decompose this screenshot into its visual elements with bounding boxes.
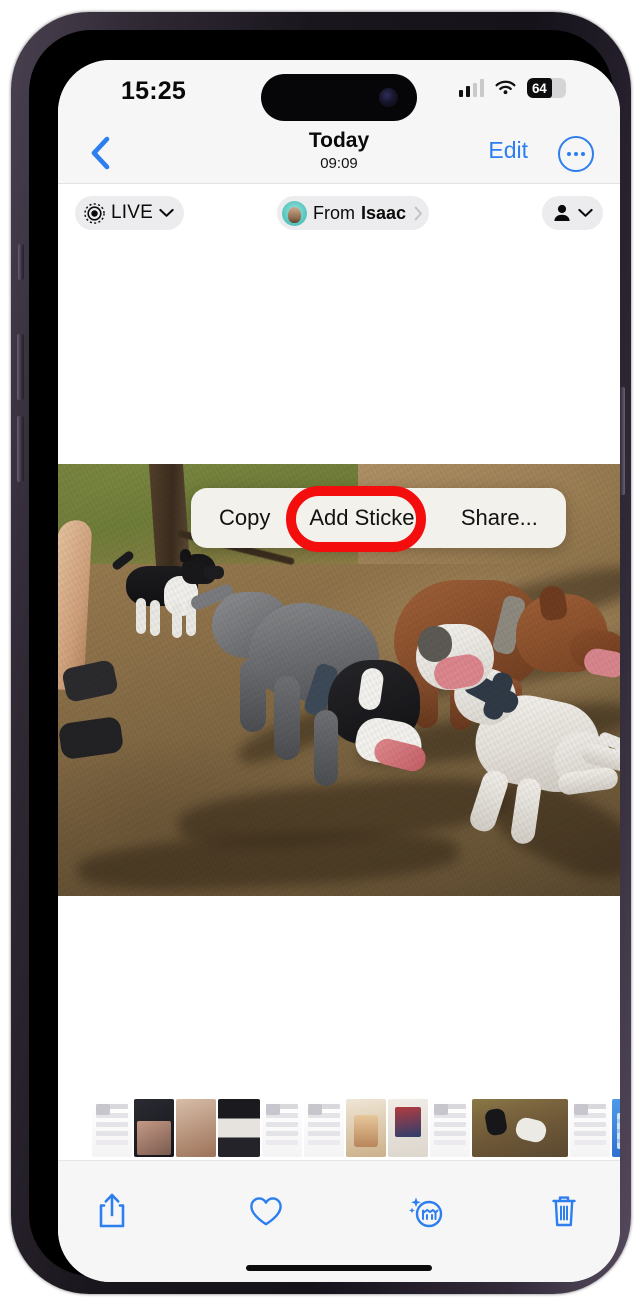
cellular-signal-icon — [458, 79, 484, 97]
delete-button[interactable] — [536, 1185, 592, 1237]
menu-item-share[interactable]: Share... — [442, 488, 557, 548]
thumbnail-photo-poster[interactable] — [388, 1099, 428, 1157]
nav-bar: Today 09:09 Edit — [58, 122, 620, 184]
thumbnail-document[interactable] — [430, 1099, 470, 1157]
thumbnail-photo-dark[interactable] — [134, 1099, 174, 1157]
share-button[interactable] — [84, 1185, 140, 1237]
live-badge-label: LIVE — [111, 202, 153, 223]
edit-button[interactable]: Edit — [488, 137, 528, 164]
people-filter-pill[interactable] — [542, 196, 603, 230]
live-photo-badge[interactable]: LIVE — [75, 196, 184, 230]
visual-lookup-button[interactable] — [398, 1185, 454, 1237]
front-camera-icon — [379, 88, 398, 107]
menu-item-copy[interactable]: Copy — [200, 488, 289, 548]
device-frame: 15:25 64 Today 09:09 Edit LIVE From Isaa… — [11, 12, 631, 1294]
page-subtitle: 09:09 — [320, 155, 358, 172]
wifi-icon — [495, 80, 516, 95]
thumbnail-photo-drinks[interactable] — [346, 1099, 386, 1157]
photo-background-top — [58, 243, 620, 464]
phone-screen: 15:25 64 Today 09:09 Edit LIVE From Isaa… — [58, 60, 620, 1282]
share-icon — [99, 1193, 125, 1228]
avatar — [282, 200, 307, 226]
status-bar: 15:25 64 — [58, 60, 620, 122]
device-bezel: 15:25 64 Today 09:09 Edit LIVE From Isaa… — [29, 30, 620, 1282]
photo-filmstrip[interactable] — [58, 1096, 620, 1160]
volume-up-button[interactable] — [17, 334, 24, 400]
battery-level-text: 64 — [532, 80, 547, 96]
mute-switch[interactable] — [18, 244, 24, 280]
thumbnail-document[interactable] — [304, 1099, 344, 1157]
page-title: Today — [308, 129, 370, 152]
bottom-toolbar — [58, 1160, 620, 1282]
thumbnail-photo-hands[interactable] — [176, 1099, 216, 1157]
thumbnail-photo-strip[interactable] — [218, 1099, 260, 1157]
photo-background-bottom — [58, 896, 620, 1096]
status-bar-indicators: 64 — [458, 78, 566, 98]
thumbnail-partial[interactable] — [62, 1099, 90, 1157]
dynamic-island — [261, 74, 417, 121]
more-options-button[interactable] — [558, 136, 594, 172]
heart-icon — [250, 1196, 282, 1225]
home-indicator — [246, 1265, 432, 1271]
live-photo-icon — [84, 202, 105, 224]
trash-icon — [552, 1196, 576, 1227]
badge-row: LIVE From Isaac — [58, 185, 620, 243]
thumbnail-photo-dogs-selected[interactable] — [472, 1099, 568, 1157]
chevron-down-icon — [578, 208, 593, 217]
sender-name: Isaac — [361, 202, 407, 223]
volume-down-button[interactable] — [17, 416, 24, 482]
photo-viewer[interactable]: Copy Add Sticker Share... — [58, 464, 620, 896]
favorite-button[interactable] — [238, 1185, 294, 1237]
nav-title-block: Today 09:09 — [58, 128, 620, 173]
from-sender-pill[interactable]: From Isaac — [277, 196, 430, 230]
context-menu: Copy Add Sticker Share... — [191, 488, 566, 548]
thumbnail-document[interactable] — [92, 1099, 132, 1157]
chevron-down-icon — [159, 208, 174, 217]
thumbnail-document[interactable] — [570, 1099, 610, 1157]
person-icon — [554, 204, 570, 221]
thumbnail-document[interactable] — [262, 1099, 302, 1157]
from-label: From — [313, 202, 355, 223]
visual-lookup-dog-icon — [409, 1197, 443, 1228]
menu-item-add-sticker[interactable]: Add Sticker — [290, 488, 441, 548]
battery-icon: 64 — [527, 78, 566, 98]
status-bar-time: 15:25 — [121, 77, 186, 105]
chevron-right-icon — [414, 206, 423, 220]
ellipsis-dot — [567, 152, 571, 156]
ellipsis-dot — [574, 152, 578, 156]
thumbnail-home-screen[interactable] — [612, 1099, 620, 1157]
ellipsis-dot — [581, 152, 585, 156]
